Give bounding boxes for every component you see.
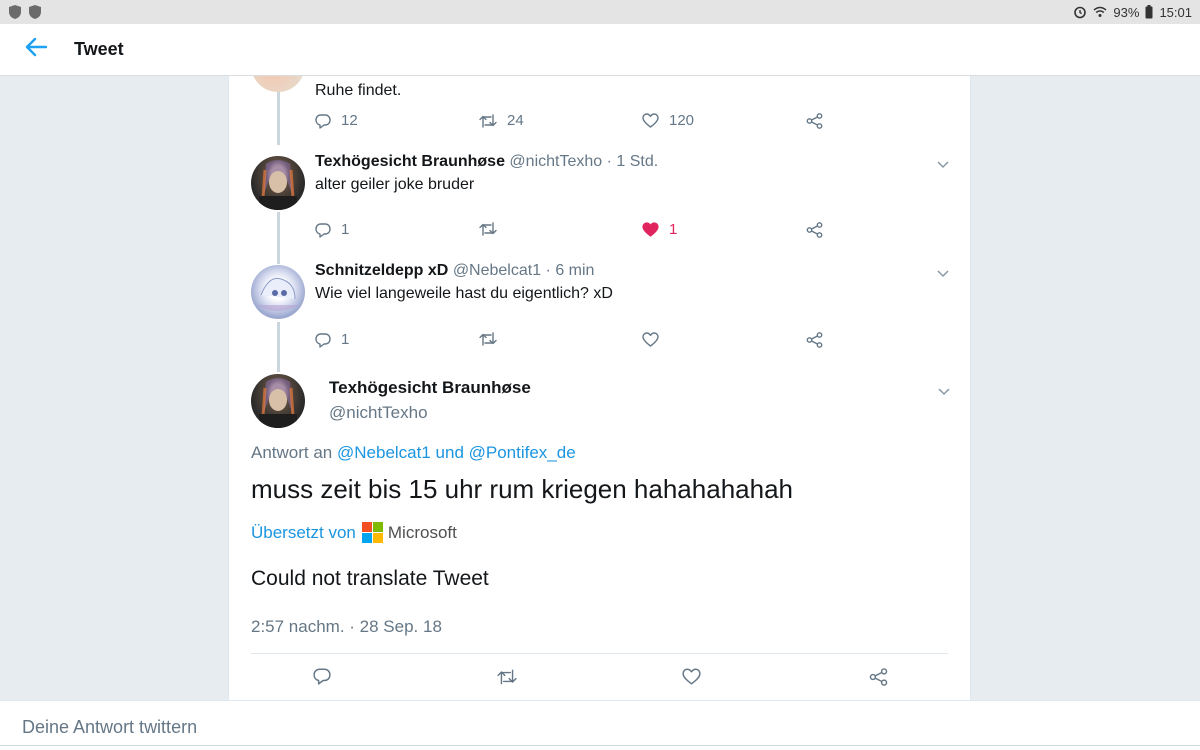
retweet-icon [497, 669, 517, 685]
clock: 15:01 [1159, 4, 1192, 20]
reply-button[interactable] [313, 667, 331, 685]
retweet-icon [479, 332, 497, 346]
reply-count: 1 [341, 331, 350, 348]
heart-icon [642, 113, 659, 128]
heart-icon [682, 668, 701, 685]
avatar[interactable] [251, 76, 305, 92]
share-icon [869, 668, 888, 686]
tweet-timestamp[interactable]: 2:57 nachm. · 28 Sep. 18 [251, 617, 442, 637]
reply-prefix: Antwort an [251, 443, 337, 462]
avatar[interactable] [251, 156, 305, 210]
tweet-text: alter geiler joke bruder [315, 176, 475, 193]
retweet-button[interactable] [479, 222, 497, 236]
reply-count: 1 [341, 221, 350, 238]
chevron-down-icon [937, 270, 949, 278]
translation-attribution: Übersetzt von Microsoft [251, 522, 457, 543]
retweet-button[interactable] [497, 669, 517, 685]
reply-icon [315, 332, 331, 348]
divider [251, 653, 948, 654]
author-name[interactable]: Texhögesicht Braunhøse [329, 378, 531, 398]
reply-icon [315, 222, 331, 238]
reply-and[interactable]: und [431, 443, 469, 462]
chevron-down-icon [938, 388, 950, 396]
retweet-icon [479, 222, 497, 236]
heart-icon [642, 222, 659, 237]
share-button[interactable] [806, 332, 823, 348]
page-title: Tweet [74, 39, 124, 59]
reply-icon [315, 113, 331, 129]
like-count: 120 [669, 112, 695, 129]
reply-button[interactable]: 1 [315, 331, 349, 348]
author-meta: @nichtTexho · 1 Std. [509, 153, 659, 170]
reply-icon [313, 667, 331, 685]
reply-button[interactable]: 12 [315, 112, 358, 129]
retweet-icon [479, 113, 497, 128]
tweet-text: Ruhe findet. [315, 82, 402, 99]
mention-link[interactable]: @Pontifex_de [469, 443, 576, 462]
share-icon [806, 113, 823, 129]
like-button[interactable] [642, 332, 659, 347]
tweet-thread[interactable]: Ruhe findet. 12 24 120 Texhögesicht Brau… [228, 76, 971, 700]
battery-icon [1145, 5, 1153, 19]
avatar[interactable] [251, 265, 305, 319]
thread-line [277, 212, 280, 264]
retweet-button[interactable] [479, 332, 497, 346]
tweet-menu-button[interactable] [936, 383, 952, 399]
like-button[interactable]: 1 [642, 221, 677, 238]
share-button[interactable] [806, 222, 823, 238]
tweet-header: Texhögesicht Braunhøse @nichtTexho · 1 S… [315, 153, 658, 171]
author-handle[interactable]: @nichtTexho [329, 403, 428, 423]
tweet-menu-button[interactable] [935, 265, 951, 281]
share-button[interactable] [869, 668, 888, 686]
shield-icon [8, 4, 22, 20]
mention-link[interactable]: @Nebelcat1 [337, 443, 431, 462]
share-button[interactable] [806, 113, 823, 129]
translation-text: Could not translate Tweet [251, 567, 489, 590]
author-meta: @Nebelcat1 · 6 min [452, 262, 595, 279]
reply-input[interactable]: Deine Antwort twittern [22, 717, 197, 738]
chevron-down-icon [937, 161, 949, 169]
tweet-menu-button[interactable] [935, 156, 951, 172]
alarm-icon [1073, 5, 1087, 19]
reply-button[interactable]: 1 [315, 221, 349, 238]
status-bar: 93% 15:01 [0, 0, 1200, 24]
reply-count: 12 [341, 112, 358, 129]
input-underline [0, 745, 1200, 746]
author-name[interactable]: Texhögesicht Braunhøse [315, 153, 505, 170]
app-bar: Tweet [0, 24, 1200, 76]
like-button[interactable] [682, 668, 701, 685]
tweet-header: Schnitzeldepp xD @Nebelcat1 · 6 min [315, 262, 594, 280]
author-name[interactable]: Schnitzeldepp xD [315, 262, 448, 279]
reply-context: Antwort an @Nebelcat1 und @Pontifex_de [251, 443, 576, 463]
retweet-count: 24 [507, 112, 524, 129]
wifi-icon [1093, 5, 1107, 19]
avatar[interactable] [251, 374, 305, 428]
microsoft-logo [361, 522, 383, 543]
reply-composer: Deine Antwort twittern [0, 700, 1200, 750]
like-count: 1 [669, 221, 678, 238]
translated-by-link[interactable]: Übersetzt von [251, 523, 356, 543]
like-button[interactable]: 120 [642, 112, 694, 129]
translator-name: Microsoft [387, 522, 457, 542]
shield-icon [28, 4, 42, 20]
tweet-text: muss zeit bis 15 uhr rum kriegen hahahah… [251, 474, 793, 504]
thread-line [277, 91, 280, 145]
retweet-button[interactable]: 24 [479, 112, 524, 129]
back-arrow-icon [25, 37, 48, 62]
thread-line [277, 322, 280, 372]
share-icon [806, 332, 823, 348]
back-button[interactable] [10, 24, 62, 76]
share-icon [806, 222, 823, 238]
heart-icon [642, 332, 659, 347]
tweet-text: Wie viel langeweile hast du eigentlich? … [315, 285, 613, 302]
battery-percent: 93% [1113, 4, 1140, 20]
